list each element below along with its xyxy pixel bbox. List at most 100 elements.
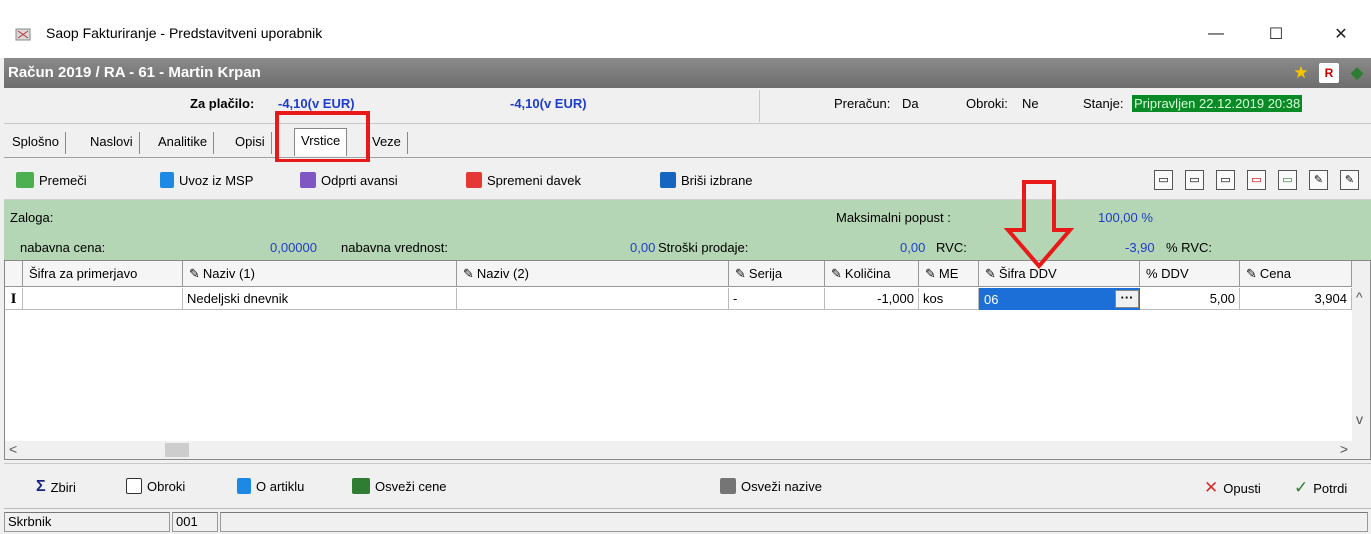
header-indicator: [5, 261, 23, 287]
minimize-button[interactable]: —: [1193, 18, 1239, 50]
cell-sifra-ddv[interactable]: 06 ···: [979, 288, 1140, 310]
refresh-prices-icon: [352, 478, 370, 494]
zbiri-button[interactable]: Σ Zbiri: [36, 478, 76, 496]
cell-cena[interactable]: 3,904: [1240, 288, 1352, 310]
tab-veze[interactable]: Veze: [366, 132, 408, 154]
preracun-label: Preračun:: [834, 96, 891, 111]
header-kolicina[interactable]: ✎ Količina: [825, 261, 919, 287]
osvezi-nazive-label: Osveži nazive: [741, 478, 822, 494]
uvoz-button[interactable]: Uvoz iz MSP: [160, 172, 253, 188]
pencil-icon: ✎: [1246, 266, 1257, 281]
app-icon: [15, 28, 31, 41]
header-pct-ddv[interactable]: % DDV: [1140, 261, 1240, 287]
cell-naziv2[interactable]: [457, 288, 729, 310]
divider: [759, 90, 760, 122]
opusti-button[interactable]: ✕ Opusti: [1204, 478, 1261, 498]
cell-kolicina[interactable]: -1,000: [825, 288, 919, 310]
document-ab-icon[interactable]: ▭: [1216, 170, 1235, 190]
grid-header: Šifra za primerjavo ✎ Naziv (1) ✎ Naziv (2…: [5, 261, 1370, 287]
row-cursor-indicator: I: [5, 288, 23, 310]
lightning-icon: [300, 172, 316, 188]
spremeni-label: Spremeni davek: [487, 172, 581, 188]
premeci-label: Premeči: [39, 172, 87, 188]
cell-sifra[interactable]: [23, 288, 183, 310]
book-icon[interactable]: ◆: [1347, 63, 1367, 83]
header-me[interactable]: ✎ ME: [919, 261, 979, 287]
header-naziv1[interactable]: ✎ Naziv (1): [183, 261, 457, 287]
opusti-label: Opusti: [1223, 480, 1261, 496]
stanje-badge: Pripravljen 22.12.2019 20:38: [1132, 95, 1303, 112]
cell-me[interactable]: kos: [919, 288, 979, 310]
zbiri-label: Zbiri: [50, 479, 76, 495]
potrdi-button[interactable]: ✓ Potrdi: [1294, 478, 1347, 498]
premeci-button[interactable]: Premeči: [16, 172, 87, 188]
bottom-action-bar: Σ Zbiri Obroki O artiklu Osveži cene Osv…: [4, 463, 1371, 508]
cell-naziv1[interactable]: Nedeljski dnevnik: [183, 288, 457, 310]
close-button[interactable]: ✕: [1318, 18, 1364, 50]
new-document-icon[interactable]: ▭: [1154, 170, 1173, 190]
header-naziv2[interactable]: ✎ Naziv (2): [457, 261, 729, 287]
obroki-button[interactable]: Obroki: [126, 478, 185, 494]
export-icon[interactable]: ▭: [1278, 170, 1297, 190]
pencil-icon: ✎: [925, 266, 936, 281]
pencil-icon: ✎: [189, 266, 200, 281]
cell-serija[interactable]: -: [729, 288, 825, 310]
nabavna-cena-label: nabavna cena:: [20, 240, 106, 255]
vertical-scrollbar[interactable]: ^ v: [1352, 261, 1370, 441]
copy-document-icon[interactable]: ▭: [1185, 170, 1204, 190]
document-title: Račun 2019 / RA - 61 - Martin Krpan: [8, 64, 261, 81]
delete-rows-icon: [660, 172, 676, 188]
highlight-box: [275, 111, 370, 163]
status-user-label: Skrbnik: [4, 512, 170, 532]
sigma-icon: Σ: [36, 478, 46, 495]
star-icon[interactable]: ★: [1291, 63, 1311, 83]
pencil-icon: ✎: [985, 266, 996, 281]
tax-change-icon: [466, 172, 482, 188]
brisi-izbrane-button[interactable]: Briši izbrane: [660, 172, 753, 188]
delete-document-icon[interactable]: ▭: [1247, 170, 1266, 190]
horizontal-scrollbar[interactable]: < >: [5, 441, 1370, 459]
pdf-icon[interactable]: R: [1319, 63, 1339, 83]
rvc-value: -3,90: [1125, 240, 1155, 255]
scroll-left-icon[interactable]: <: [9, 441, 17, 457]
edit-icon[interactable]: ✎: [1309, 170, 1328, 190]
tab-analitike[interactable]: Analitike: [152, 132, 215, 154]
obroki-label: Obroki: [147, 478, 186, 494]
shuffle-icon: [16, 172, 34, 188]
o-artiklu-button[interactable]: O artiklu: [237, 478, 304, 494]
status-empty: [220, 512, 1368, 532]
maximize-button[interactable]: ☐: [1253, 18, 1299, 50]
lookup-ellipsis-button[interactable]: ···: [1115, 290, 1139, 308]
osvezi-nazive-button[interactable]: Osveži nazive: [720, 478, 822, 494]
tab-naslovi[interactable]: Naslovi: [84, 132, 140, 154]
header-cena[interactable]: ✎ Cena: [1240, 261, 1352, 287]
nabavna-cena-value: 0,00000: [270, 240, 317, 255]
lines-toolbar: Premeči Uvoz iz MSP Odprti avansi Spreme…: [4, 162, 1371, 200]
tab-opisi[interactable]: Opisi: [229, 132, 272, 154]
edit-all-icon[interactable]: ✎: [1340, 170, 1359, 190]
header-sifra[interactable]: Šifra za primerjavo: [23, 261, 183, 287]
document-header: Račun 2019 / RA - 61 - Martin Krpan ★ R …: [4, 58, 1371, 88]
scroll-right-icon[interactable]: >: [1340, 441, 1348, 457]
status-code: 001: [172, 512, 218, 532]
table-row[interactable]: I Nedeljski dnevnik - -1,000 kos 06 ··· …: [5, 288, 1355, 310]
window-title: Saop Fakturiranje - Predstavitveni upora…: [46, 25, 323, 41]
tab-splosno[interactable]: Splošno: [6, 132, 66, 154]
stock-panel: Zaloga: Maksimalni popust : 100,00 % nab…: [4, 200, 1371, 260]
installments-icon: [126, 478, 142, 494]
scroll-up-icon[interactable]: ^: [1356, 289, 1363, 305]
preracun-value: Da: [902, 96, 919, 111]
cancel-icon: ✕: [1204, 478, 1219, 497]
scroll-down-icon[interactable]: v: [1356, 411, 1363, 427]
cell-pct-ddv[interactable]: 5,00: [1140, 288, 1240, 310]
status-bar: Skrbnik 001: [4, 508, 1371, 534]
spremeni-davek-button[interactable]: Spremeni davek: [466, 172, 581, 188]
pct-rvc-label: % RVC:: [1166, 240, 1212, 255]
scroll-thumb[interactable]: [165, 443, 189, 457]
osvezi-cene-button[interactable]: Osveži cene: [352, 478, 447, 494]
import-icon: [160, 172, 174, 188]
nabavna-vrednost-label: nabavna vrednost:: [341, 240, 448, 255]
total-value: -4,10(v EUR): [510, 96, 587, 111]
header-serija[interactable]: ✎ Serija: [729, 261, 825, 287]
avansi-button[interactable]: Odprti avansi: [300, 172, 398, 188]
